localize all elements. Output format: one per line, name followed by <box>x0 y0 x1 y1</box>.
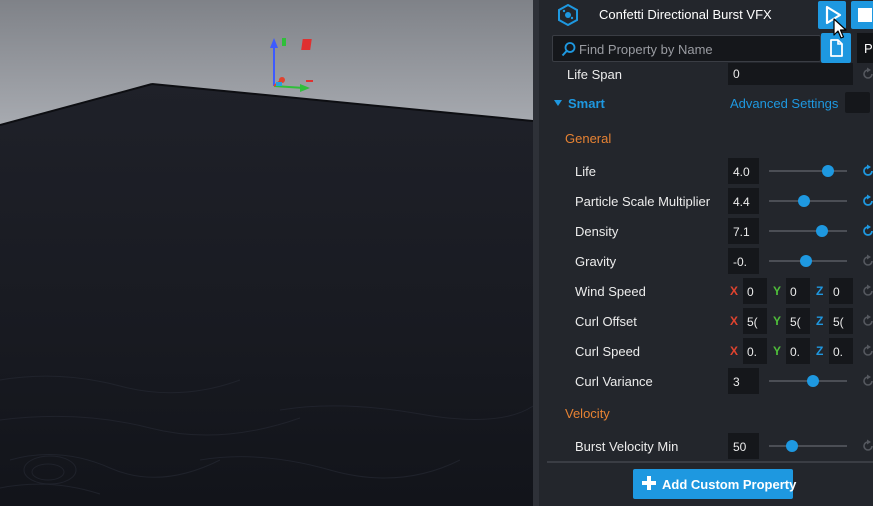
object-title: Confetti Directional Burst VFX <box>599 7 772 22</box>
property-search[interactable] <box>552 35 821 62</box>
reset-icon[interactable] <box>861 344 873 358</box>
curl-speed-y-field[interactable]: 0. <box>786 338 810 364</box>
advanced-settings-checkbox[interactable] <box>845 92 870 113</box>
wind-speed-z-field[interactable]: 0 <box>829 278 853 304</box>
prop-label: Life <box>575 164 596 179</box>
slider-knob[interactable] <box>816 225 829 237</box>
reset-icon[interactable] <box>861 194 873 208</box>
prop-label: Curl Variance <box>575 374 653 389</box>
prop-label: Particle Scale Multiplier <box>575 194 711 209</box>
reset-icon[interactable] <box>861 224 873 238</box>
properties-panel: Confetti Directional Burst VFX Find Prop… <box>533 0 873 506</box>
life-field[interactable]: 4.0 <box>728 158 759 184</box>
prop-row-life: Life 4.0 <box>545 156 873 186</box>
mouse-cursor-icon <box>833 18 847 39</box>
reset-icon[interactable] <box>861 254 873 268</box>
slider-knob[interactable] <box>798 195 811 207</box>
scene-viewport[interactable] <box>0 0 533 506</box>
stop-button[interactable] <box>851 1 873 29</box>
prop-label: Life Span <box>567 67 622 82</box>
reset-icon[interactable] <box>861 374 873 388</box>
vfx-object-icon <box>558 4 578 26</box>
life-slider[interactable] <box>769 170 847 172</box>
reset-icon[interactable] <box>861 67 873 81</box>
particle-scale-field[interactable]: 4.4 <box>728 188 759 214</box>
footer-divider <box>547 461 873 463</box>
expand-arrow-icon[interactable] <box>554 100 562 106</box>
burst-velocity-min-slider[interactable] <box>769 445 847 447</box>
prop-row-curl-offset: Curl Offset X 5( Y 5( Z 5( <box>545 306 873 336</box>
stop-icon <box>858 8 872 22</box>
play-tooltip: Pla <box>857 33 873 63</box>
axis-y-label: Y <box>773 344 782 358</box>
reset-icon[interactable] <box>861 284 873 298</box>
axis-x-label: X <box>730 284 739 298</box>
prop-label: Wind Speed <box>575 284 646 299</box>
life-span-field[interactable]: 0 <box>728 63 853 85</box>
prop-row-particle-scale: Particle Scale Multiplier 4.4 <box>545 186 873 216</box>
gravity-field[interactable]: -0. <box>728 248 759 274</box>
burst-velocity-min-field[interactable]: 50 <box>728 433 759 459</box>
wind-speed-x-field[interactable]: 0 <box>743 278 767 304</box>
reset-icon[interactable] <box>861 164 873 178</box>
axis-y-label: Y <box>773 284 782 298</box>
transform-gizmo[interactable] <box>258 30 318 100</box>
prop-label: Gravity <box>575 254 617 269</box>
prop-row-life-span: Life Span 0 <box>545 63 873 87</box>
reset-icon[interactable] <box>861 439 873 453</box>
axis-x-label: X <box>730 314 739 328</box>
curl-variance-field[interactable]: 3 <box>728 368 759 394</box>
axis-z-label: Z <box>816 344 824 358</box>
prop-label: Curl Speed <box>575 344 641 359</box>
axis-z-label: Z <box>816 284 824 298</box>
prop-row-burst-velocity-min: Burst Velocity Min 50 <box>545 431 873 461</box>
prop-row-curl-variance: Curl Variance 3 <box>545 366 873 396</box>
add-custom-property-label: Add Custom Property <box>662 477 797 492</box>
advanced-settings-label: Advanced Settings <box>730 96 839 111</box>
density-field[interactable]: 7.1 <box>728 218 759 244</box>
prop-row-gravity: Gravity -0. <box>545 246 873 276</box>
curl-offset-y-field[interactable]: 5( <box>786 308 810 334</box>
slider-knob[interactable] <box>786 440 799 452</box>
property-list: Life Span 0 Smart Advanced Settings Gene… <box>545 63 873 461</box>
slider-knob[interactable] <box>821 165 834 177</box>
prop-label: Burst Velocity Min <box>575 439 679 454</box>
panel-titlebar: Confetti Directional Burst VFX <box>545 0 873 31</box>
axis-x-label: X <box>730 344 739 358</box>
prop-label: Density <box>575 224 619 239</box>
curl-speed-x-field[interactable]: 0. <box>743 338 767 364</box>
axis-y-label: Y <box>773 314 782 328</box>
slider-knob[interactable] <box>800 255 813 267</box>
smart-section-header[interactable]: Smart Advanced Settings <box>545 91 873 117</box>
prop-label: Curl Offset <box>575 314 637 329</box>
add-custom-property-button[interactable]: Add Custom Property <box>633 469 797 499</box>
density-slider[interactable] <box>769 230 847 232</box>
curl-offset-z-field[interactable]: 5( <box>829 308 853 334</box>
prop-row-density: Density 7.1 <box>545 216 873 246</box>
wind-speed-y-field[interactable]: 0 <box>786 278 810 304</box>
plus-icon <box>642 476 656 490</box>
axis-z-label: Z <box>816 314 824 328</box>
prop-row-curl-speed: Curl Speed X 0. Y 0. Z 0. <box>545 336 873 366</box>
smart-label: Smart <box>568 96 605 111</box>
general-section-header: General <box>565 131 612 146</box>
curl-speed-z-field[interactable]: 0. <box>829 338 853 364</box>
reset-icon[interactable] <box>861 314 873 328</box>
search-icon <box>561 42 576 57</box>
prop-row-wind-speed: Wind Speed X 0 Y 0 Z 0 <box>545 276 873 306</box>
velocity-section-header: Velocity <box>565 406 610 421</box>
slider-knob[interactable] <box>807 375 820 387</box>
search-input[interactable] <box>579 40 814 58</box>
curl-offset-x-field[interactable]: 5( <box>743 308 767 334</box>
